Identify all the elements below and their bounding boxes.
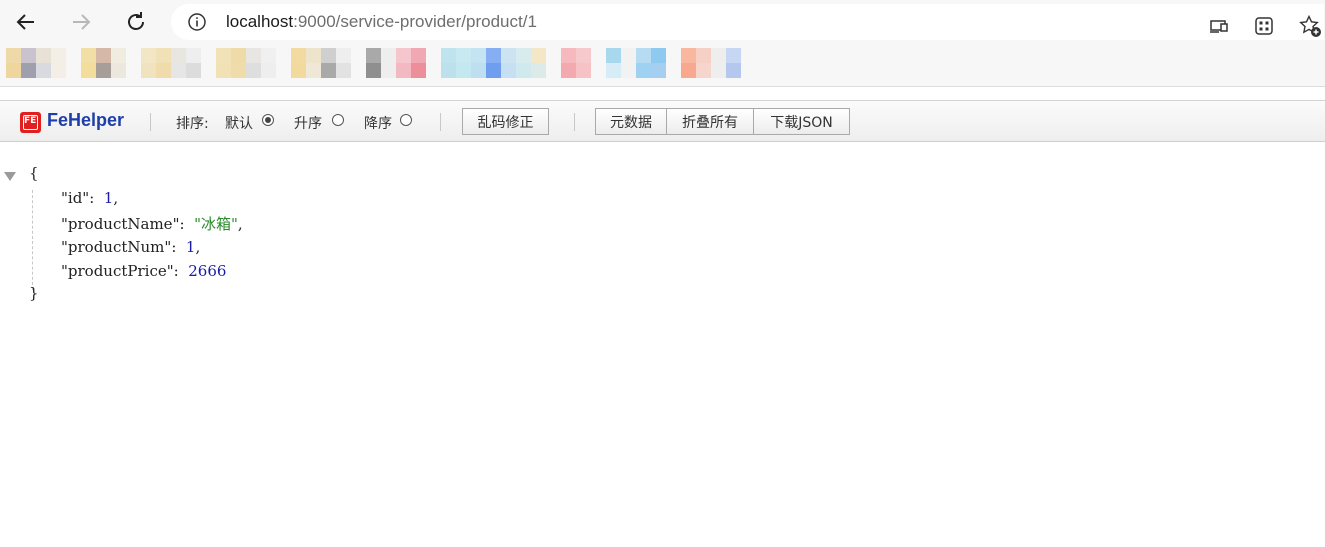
refresh-button[interactable] xyxy=(119,6,153,38)
browser-toolbar: localhost:9000/service-provider/product/… xyxy=(0,0,1325,44)
json-comma: , xyxy=(237,215,243,233)
site-info-button[interactable] xyxy=(187,12,207,32)
favorite-add-button[interactable] xyxy=(1298,14,1322,38)
json-open-brace: { xyxy=(29,164,39,182)
sort-desc-label[interactable]: 降序 xyxy=(364,113,392,133)
sort-label: 排序: xyxy=(176,116,209,132)
collapse-toggle-icon[interactable] xyxy=(4,172,16,181)
json-key: "productPrice" xyxy=(61,262,174,280)
metadata-button[interactable]: 元数据 xyxy=(595,108,667,135)
bookmark-item[interactable] xyxy=(441,48,546,78)
forward-button[interactable] xyxy=(64,6,98,38)
json-value: 2666 xyxy=(188,262,227,280)
back-button[interactable] xyxy=(9,6,43,38)
back-icon xyxy=(16,14,34,30)
json-field-productName: "productName": "冰箱", xyxy=(61,215,243,233)
bookmark-item[interactable] xyxy=(141,48,201,78)
json-field-productPrice: "productPrice": 2666 xyxy=(61,262,227,280)
url-path: :9000/service-provider/product/1 xyxy=(293,12,537,31)
json-key: "id" xyxy=(61,189,90,207)
bookmark-item[interactable] xyxy=(6,48,66,78)
apps-button[interactable] xyxy=(1252,14,1276,38)
json-comma: , xyxy=(195,238,201,256)
collapse-all-button[interactable]: 折叠所有 xyxy=(666,108,754,135)
fehelper-logo-text: FE xyxy=(24,116,37,126)
refresh-icon xyxy=(128,12,144,30)
sort-default-label[interactable]: 默认 xyxy=(225,113,253,133)
toolbar-divider xyxy=(574,113,575,131)
url-text[interactable]: localhost:9000/service-provider/product/… xyxy=(226,12,537,32)
sort-desc-radio[interactable] xyxy=(400,114,412,126)
json-value: "冰箱" xyxy=(194,215,238,233)
bookmark-item[interactable] xyxy=(606,48,666,78)
bookmark-item[interactable] xyxy=(681,48,741,78)
indent-guide xyxy=(32,190,33,290)
json-key: "productName" xyxy=(61,215,180,233)
sort-asc-label[interactable]: 升序 xyxy=(294,113,322,133)
json-comma: , xyxy=(113,189,119,207)
bookmark-item[interactable] xyxy=(216,48,276,78)
forward-icon xyxy=(73,14,91,30)
cast-icon xyxy=(1210,20,1228,33)
bookmarks-bar xyxy=(0,44,1325,87)
sort-asc-radio[interactable] xyxy=(332,114,344,126)
json-close-brace: } xyxy=(29,284,39,302)
fehelper-logo-icon: FE xyxy=(20,112,41,133)
fix-encoding-button[interactable]: 乱码修正 xyxy=(462,108,549,135)
fehelper-toolbar: FE FeHelper 排序: 默认 升序 降序 乱码修正 元数据 折叠所有 下… xyxy=(0,100,1325,142)
url-host: localhost xyxy=(226,12,294,31)
json-field-id: "id": 1, xyxy=(61,189,119,207)
cast-button[interactable] xyxy=(1207,14,1231,38)
bookmark-item[interactable] xyxy=(291,48,351,78)
bookmark-item[interactable] xyxy=(561,48,591,78)
toolbar-divider xyxy=(150,113,151,131)
json-key: "productNum" xyxy=(61,238,172,256)
download-json-button[interactable]: 下载JSON xyxy=(753,108,850,135)
favorite-add-icon xyxy=(1299,14,1321,37)
bookmark-item[interactable] xyxy=(81,48,126,78)
fehelper-name[interactable]: FeHelper xyxy=(47,110,124,131)
json-field-productNum: "productNum": 1, xyxy=(61,238,201,256)
apps-icon xyxy=(1255,17,1273,35)
toolbar-divider xyxy=(440,113,441,131)
info-icon xyxy=(188,13,206,31)
address-bar[interactable]: localhost:9000/service-provider/product/… xyxy=(171,4,1324,40)
sort-default-radio[interactable] xyxy=(262,114,274,126)
json-value: 1 xyxy=(103,189,114,207)
bookmark-item[interactable] xyxy=(366,48,426,78)
